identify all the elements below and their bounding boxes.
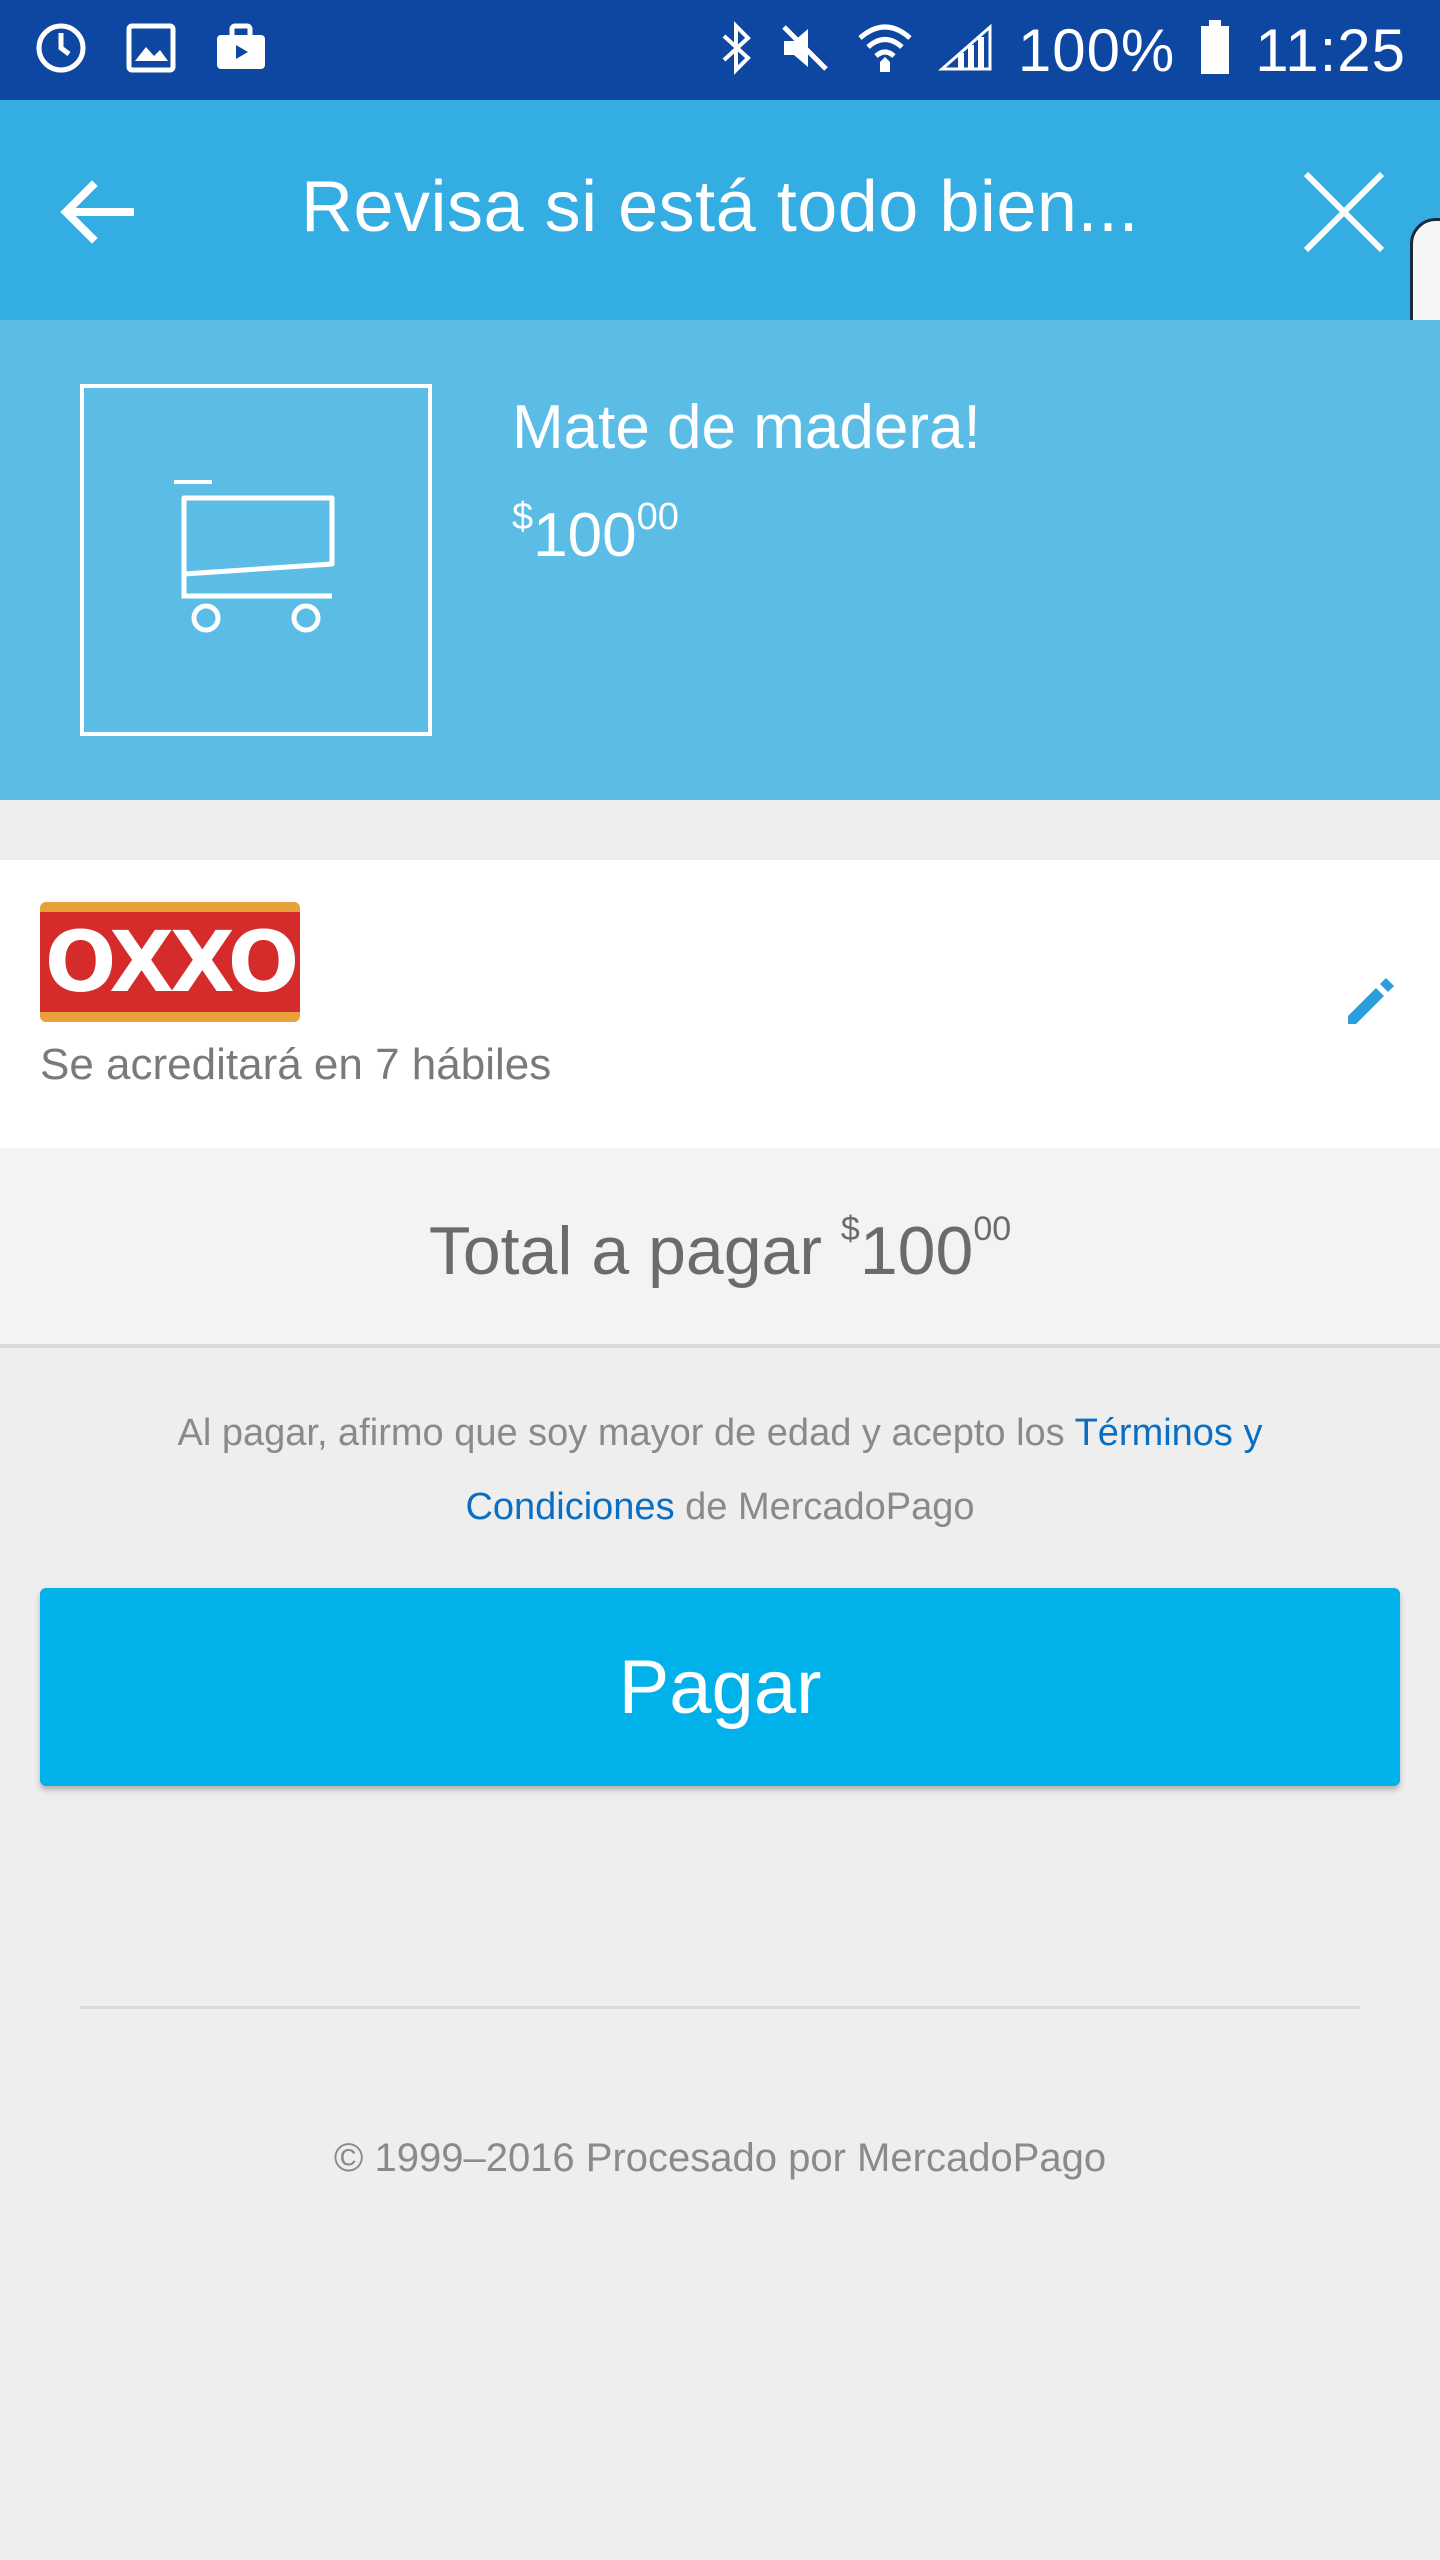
product-price: $10000	[512, 496, 679, 571]
terms-text: Al pagar, afirmo que soy mayor de edad y…	[120, 1396, 1320, 1544]
clock: 11:25	[1255, 16, 1406, 84]
page-title: Revisa si está todo bien...	[301, 167, 1139, 247]
gallery-icon	[126, 23, 176, 78]
oxxo-logo-text: OXXO	[40, 912, 300, 1012]
product-thumbnail	[80, 384, 432, 736]
total-cents: 00	[973, 1210, 1012, 1248]
terms-prefix: Al pagar, afirmo que soy mayor de edad y…	[177, 1412, 1065, 1454]
pay-button[interactable]: Pagar	[40, 1588, 1400, 1786]
pencil-icon	[1348, 978, 1394, 1024]
price-currency: $	[512, 496, 534, 538]
terms-suffix: de MercadoPago	[685, 1486, 975, 1528]
product-name: Mate de madera!	[512, 393, 981, 462]
status-bar: 100% 11:25	[0, 0, 1440, 100]
oxxo-logo: OXXO	[40, 902, 300, 1022]
status-bar-left	[34, 21, 306, 80]
footer-divider	[80, 2006, 1360, 2009]
product-summary: Mate de madera! $10000	[0, 320, 1440, 800]
payment-method-subtitle: Se acreditará en 7 hábiles	[40, 1040, 552, 1089]
cart-icon	[174, 480, 335, 633]
signal-icon	[937, 23, 994, 78]
bluetooth-icon	[718, 20, 754, 81]
close-icon	[1303, 171, 1385, 253]
wifi-icon	[856, 20, 914, 81]
price-integer: 100	[533, 501, 637, 570]
app-toolbar: Revisa si está todo bien...	[0, 100, 1440, 320]
price-cents: 00	[636, 496, 679, 538]
mute-icon	[778, 21, 832, 80]
sync-icon	[34, 21, 88, 80]
battery-percent: 100%	[1017, 16, 1176, 84]
footer-copyright: © 1999–2016 Procesado por MercadoPago	[333, 2136, 1107, 2180]
briefcase-icon	[214, 23, 268, 78]
total-label: Total a pagar	[428, 1213, 823, 1289]
edit-payment-button[interactable]	[1344, 976, 1396, 1028]
battery-icon	[1199, 19, 1231, 81]
status-bar-right: 100% 11:25	[694, 16, 1406, 85]
total-row: Total a pagar $10000	[0, 1148, 1440, 1348]
payment-method-card[interactable]: OXXO Se acreditará en 7 hábiles	[0, 860, 1440, 1148]
total-currency: $	[840, 1210, 860, 1248]
close-button[interactable]	[1300, 168, 1388, 256]
total-integer: 100	[859, 1213, 974, 1289]
